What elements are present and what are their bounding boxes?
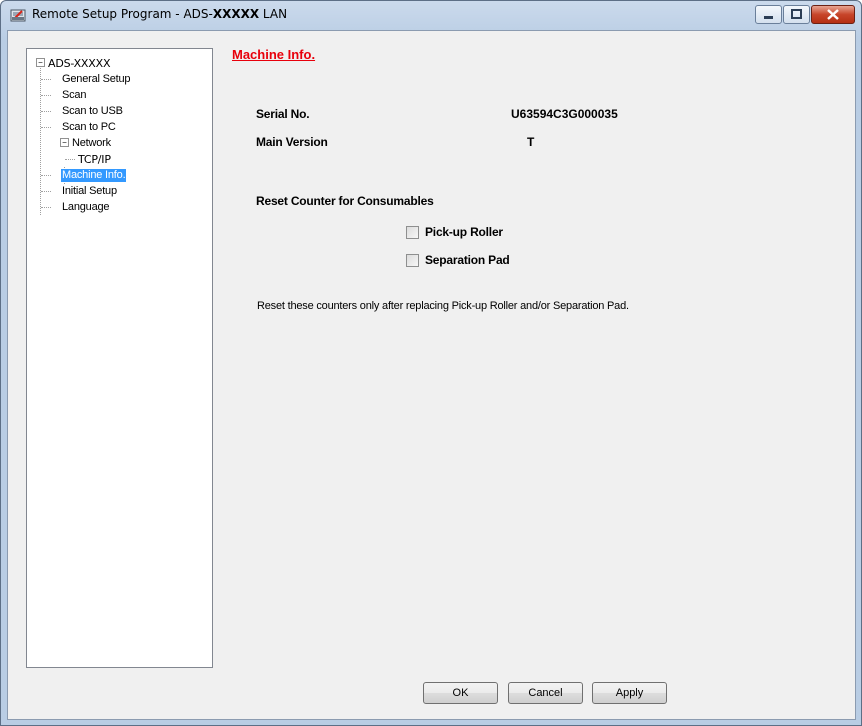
tree-item-root[interactable]: ADS-XXXXX (48, 57, 110, 70)
tree-line (40, 62, 41, 215)
tree-line (41, 111, 51, 112)
minimize-button[interactable] (755, 5, 782, 24)
separation-pad-checkbox[interactable] (406, 253, 419, 267)
tree-item-general-setup[interactable]: General Setup (62, 73, 131, 86)
minimize-icon (764, 16, 773, 19)
maximize-button[interactable] (783, 5, 810, 24)
tree-line (41, 79, 51, 80)
version-label: Main Version (256, 135, 328, 149)
collapse-icon[interactable]: − (36, 58, 45, 67)
pickup-roller-checkbox-row[interactable]: Pick-up Roller (406, 225, 503, 239)
tree-item-machine-info[interactable]: Machine Info. (61, 169, 127, 182)
reset-counter-heading: Reset Counter for Consumables (256, 194, 434, 208)
pickup-roller-checkbox[interactable] (406, 225, 419, 239)
tree-item-network[interactable]: Network (62, 137, 111, 150)
tree-line (41, 127, 51, 128)
tree-item-language[interactable]: Language (62, 201, 110, 214)
settings-tree[interactable]: − ADS-XXXXX General Setup Scan Scan to U… (26, 48, 213, 668)
tree-item-scan[interactable]: Scan (62, 89, 86, 102)
tree-item-tcp-ip[interactable]: TCP/IP (78, 153, 111, 166)
serial-value: U63594C3G000035 (511, 107, 618, 121)
window-title: Remote Setup Program - ADS-XXXXX LAN (32, 7, 288, 21)
apply-button[interactable]: Apply (592, 682, 667, 704)
ok-button[interactable]: OK (423, 682, 498, 704)
page-title: Machine Info. (232, 47, 316, 62)
cancel-button[interactable]: Cancel (508, 682, 583, 704)
separation-pad-checkbox-row[interactable]: Separation Pad (406, 253, 510, 267)
tree-item-scan-to-usb[interactable]: Scan to USB (62, 105, 123, 118)
tree-line (41, 95, 51, 96)
tree-line (41, 191, 51, 192)
app-window: Remote Setup Program - ADS-XXXXX LAN − A… (0, 0, 862, 726)
version-value: T (527, 135, 535, 149)
tree-line (41, 207, 51, 208)
app-icon (10, 9, 26, 22)
tree-item-initial-setup[interactable]: Initial Setup (62, 185, 117, 198)
tree-line (65, 159, 75, 160)
close-button[interactable] (811, 5, 855, 24)
client-area: − ADS-XXXXX General Setup Scan Scan to U… (7, 30, 856, 720)
reset-note: Reset these counters only after replacin… (257, 300, 629, 312)
pickup-roller-label[interactable]: Pick-up Roller (425, 225, 503, 239)
serial-label: Serial No. (256, 107, 310, 121)
close-icon (827, 9, 839, 20)
caption-buttons (754, 5, 855, 24)
tree-item-scan-to-pc[interactable]: Scan to PC (62, 121, 116, 134)
tree-line (41, 175, 51, 176)
title-bar[interactable]: Remote Setup Program - ADS-XXXXX LAN (1, 1, 861, 29)
separation-pad-label[interactable]: Separation Pad (425, 253, 510, 267)
maximize-icon (791, 9, 802, 19)
